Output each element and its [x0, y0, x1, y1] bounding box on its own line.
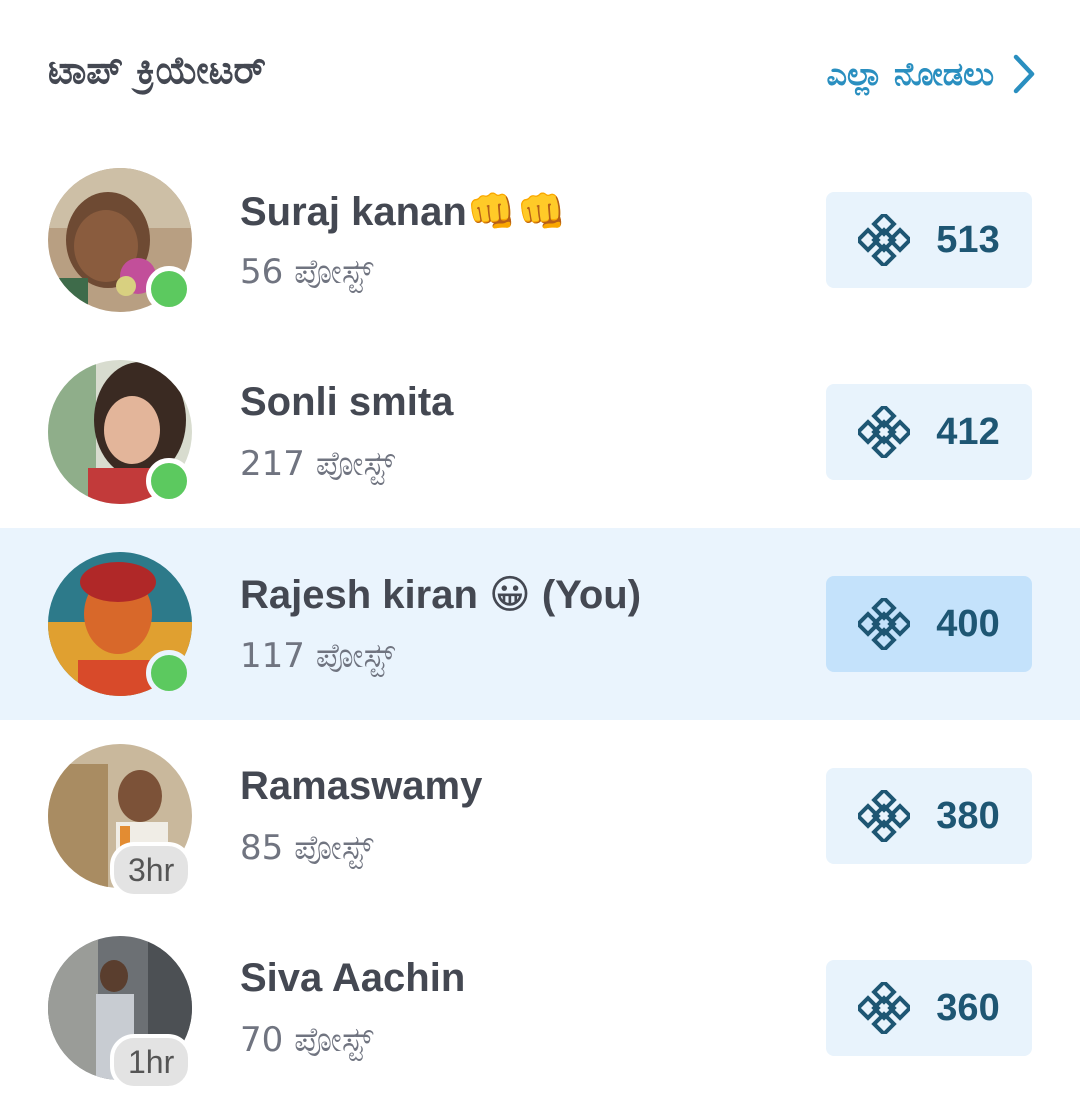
last-active-badge: 3hr: [110, 842, 193, 898]
points-badge[interactable]: 400: [826, 576, 1032, 672]
creator-row-current-user[interactable]: Rajesh kiran 😀 (You) 117 ಪೋಸ್ಟ್ 400: [0, 528, 1080, 720]
creator-post-count: 117 ಪೋಸ್ಟ್: [240, 636, 395, 676]
creator-post-count: 70 ಪೋಸ್ಟ್: [240, 1020, 374, 1060]
knot-icon: [858, 790, 911, 842]
points-badge[interactable]: 380: [826, 768, 1032, 864]
knot-icon: [858, 214, 911, 266]
page-title: ಟಾಪ್ ಕ್ರಿಯೇಟರ್: [48, 48, 266, 92]
creator-name[interactable]: Suraj kanan👊👊: [240, 188, 566, 235]
points-value: 412: [936, 410, 1000, 453]
header: ಟಾಪ್ ಕ್ರಿಯೇಟರ್ ಎಲ್ಲಾ ನೋಡಲು: [0, 0, 1080, 150]
see-all-label: ಎಲ್ಲಾ ನೋಡಲು: [826, 54, 994, 93]
creator-name[interactable]: Ramaswamy: [240, 764, 482, 809]
creator-row[interactable]: 3hr Ramaswamy 85 ಪೋಸ್ಟ್ 380: [0, 720, 1080, 912]
chevron-right-icon: [1013, 54, 1035, 94]
online-indicator: [146, 650, 192, 696]
creator-list: Suraj kanan👊👊 56 ಪೋಸ್ಟ್ 513 Sonli smita …: [0, 144, 1080, 1104]
creator-name[interactable]: Sonli smita: [240, 380, 453, 425]
points-badge[interactable]: 412: [826, 384, 1032, 480]
knot-icon: [858, 406, 911, 458]
creator-post-count: 56 ಪೋಸ್ಟ್: [240, 252, 374, 292]
online-indicator: [146, 458, 192, 504]
creator-row[interactable]: Sonli smita 217 ಪೋಸ್ಟ್ 412: [0, 336, 1080, 528]
last-active-badge: 1hr: [110, 1034, 193, 1090]
creator-row[interactable]: Suraj kanan👊👊 56 ಪೋಸ್ಟ್ 513: [0, 144, 1080, 336]
creator-name[interactable]: Rajesh kiran 😀 (You): [240, 572, 641, 618]
points-value: 513: [936, 218, 1000, 261]
see-all-button[interactable]: ಎಲ್ಲಾ ನೋಡಲು: [826, 50, 1036, 98]
points-value: 360: [936, 986, 1000, 1029]
knot-icon: [858, 982, 911, 1034]
creator-post-count: 85 ಪೋಸ್ಟ್: [240, 828, 374, 868]
online-indicator: [146, 266, 192, 312]
points-badge[interactable]: 360: [826, 960, 1032, 1056]
creator-name[interactable]: Siva Aachin: [240, 956, 465, 1001]
creator-row[interactable]: 1hr Siva Aachin 70 ಪೋಸ್ಟ್ 360: [0, 912, 1080, 1104]
points-value: 400: [936, 602, 1000, 645]
points-value: 380: [936, 794, 1000, 837]
creator-post-count: 217 ಪೋಸ್ಟ್: [240, 444, 395, 484]
points-badge[interactable]: 513: [826, 192, 1032, 288]
knot-icon: [858, 598, 911, 650]
